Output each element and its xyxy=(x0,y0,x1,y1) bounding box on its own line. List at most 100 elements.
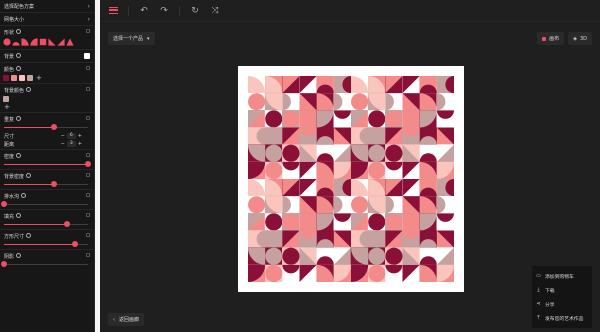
plus-icon[interactable]: + xyxy=(78,141,82,147)
cart-icon: ▭ xyxy=(536,272,541,279)
hamburger-icon[interactable] xyxy=(108,6,118,16)
download-action[interactable]: ⤓ 下载 xyxy=(536,283,588,297)
background-toggle[interactable] xyxy=(84,53,90,59)
grid-size-label: 网格大小 xyxy=(4,16,25,23)
slider-thumb[interactable] xyxy=(72,241,79,247)
lock-icon[interactable] xyxy=(86,29,90,33)
add-color-icon[interactable]: + xyxy=(36,75,42,82)
shape-quarter-circle-option[interactable] xyxy=(21,38,29,46)
cube-icon: ◈ xyxy=(573,35,577,42)
color-swatch[interactable] xyxy=(3,75,9,81)
lock-icon[interactable] xyxy=(86,66,90,70)
bg-color-swatch[interactable] xyxy=(3,96,9,102)
pattern-cell xyxy=(282,230,300,248)
info-icon[interactable] xyxy=(26,173,32,178)
info-icon[interactable] xyxy=(16,53,22,58)
shape-triangle-b-option[interactable] xyxy=(57,38,65,46)
watermark-slider[interactable] xyxy=(1,201,88,207)
redo-icon[interactable]: ↷ xyxy=(159,6,169,16)
plus-icon[interactable]: + xyxy=(78,133,82,139)
3d-view-button[interactable]: ◈ 3D xyxy=(568,32,592,45)
pattern-cell xyxy=(333,144,352,162)
slider-thumb[interactable] xyxy=(51,124,58,130)
pattern-cell xyxy=(351,179,369,197)
pattern-cell xyxy=(299,247,317,266)
canvas-view-button[interactable]: 画布 xyxy=(537,32,565,45)
pattern-cell xyxy=(282,161,300,180)
add-bg-color-icon[interactable]: + xyxy=(4,104,10,111)
main-area: ↶ ↷ ↻ ⤨ 选择一个产品 ▾ 画布 ◈ 3D ‹ 返回画廊 ▭ 添加到购物车… xyxy=(100,0,600,332)
shape-circle-option[interactable] xyxy=(3,38,11,46)
distance-row: 距离 −3 + xyxy=(0,140,94,148)
product-select[interactable]: 选择一个产品 ▾ xyxy=(108,32,155,45)
canvas-view-label: 画布 xyxy=(549,36,560,42)
share-action[interactable]: ⋖ 分享 xyxy=(536,297,588,311)
pattern-cell xyxy=(299,161,317,180)
color-scheme-row[interactable]: 选择配色方案 › xyxy=(0,1,94,11)
pattern-cell xyxy=(264,230,283,248)
color-swatch[interactable] xyxy=(11,75,17,81)
bg-density-slider[interactable] xyxy=(4,181,88,187)
slider-thumb[interactable] xyxy=(1,201,7,207)
info-icon[interactable] xyxy=(16,213,22,218)
lock-icon[interactable] xyxy=(86,233,90,237)
square-size-slider[interactable] xyxy=(4,241,88,247)
divider xyxy=(0,49,94,50)
color-swatch[interactable] xyxy=(19,75,25,81)
info-icon[interactable] xyxy=(16,29,22,34)
repeat-slider[interactable] xyxy=(4,124,88,130)
publish-action[interactable]: ⤒ 发布您的艺术作品 xyxy=(536,311,588,325)
color-swatch[interactable] xyxy=(27,75,33,81)
pattern-cell xyxy=(385,161,403,180)
info-icon[interactable] xyxy=(16,253,22,258)
pattern-cell xyxy=(299,264,317,282)
lock-icon[interactable] xyxy=(86,153,90,157)
info-icon[interactable] xyxy=(16,153,22,158)
lock-icon[interactable] xyxy=(86,213,90,217)
size-value[interactable]: 6 xyxy=(66,133,76,139)
lock-icon[interactable] xyxy=(86,253,90,257)
info-icon[interactable] xyxy=(26,233,32,238)
shape-diamond-option[interactable] xyxy=(66,38,74,46)
pattern-cell xyxy=(367,110,386,128)
lock-icon[interactable] xyxy=(86,193,90,197)
lock-icon[interactable] xyxy=(86,116,90,120)
pattern-cell xyxy=(333,76,352,94)
info-icon[interactable] xyxy=(16,116,22,121)
grid-size-row[interactable]: 网格大小 › xyxy=(0,14,94,24)
info-icon[interactable] xyxy=(16,66,22,71)
artwork-canvas[interactable] xyxy=(238,66,464,292)
back-to-gallery-button[interactable]: ‹ 返回画廊 xyxy=(108,313,145,326)
distance-value[interactable]: 3 xyxy=(66,141,76,147)
slider-thumb[interactable] xyxy=(1,261,7,267)
info-icon[interactable] xyxy=(26,87,32,92)
shadow-label: 阴影 xyxy=(4,253,15,260)
shape-half-circle-option[interactable] xyxy=(12,38,20,46)
lock-icon[interactable] xyxy=(86,173,90,177)
fill-slider[interactable] xyxy=(4,221,88,227)
slider-thumb[interactable] xyxy=(85,161,91,167)
divider xyxy=(0,83,94,84)
pattern-cell xyxy=(265,247,283,265)
minus-icon[interactable]: − xyxy=(61,141,65,147)
pattern-cell xyxy=(419,178,437,197)
info-icon[interactable] xyxy=(21,193,27,198)
canvas-icon xyxy=(542,36,547,41)
shadow-slider[interactable] xyxy=(1,261,88,267)
density-slider[interactable] xyxy=(4,161,91,167)
add-to-cart-action[interactable]: ▭ 添加到购物车 xyxy=(536,269,588,283)
refresh-icon[interactable]: ↻ xyxy=(190,6,200,16)
slider-thumb[interactable] xyxy=(51,181,58,187)
undo-icon[interactable]: ↶ xyxy=(139,6,149,16)
lock-icon[interactable] xyxy=(86,87,90,91)
pattern-artwork xyxy=(248,76,454,282)
slider-thumb[interactable] xyxy=(64,221,70,227)
shape-quarter-circle-b-option[interactable] xyxy=(30,38,38,46)
shape-triangle-option[interactable] xyxy=(48,38,56,46)
pattern-cell xyxy=(367,127,386,145)
pattern-cell xyxy=(402,247,420,266)
pattern-cell xyxy=(402,179,420,197)
shuffle-icon[interactable]: ⤨ xyxy=(210,6,220,16)
minus-icon[interactable]: − xyxy=(61,133,65,139)
shape-square-option[interactable] xyxy=(39,38,47,46)
